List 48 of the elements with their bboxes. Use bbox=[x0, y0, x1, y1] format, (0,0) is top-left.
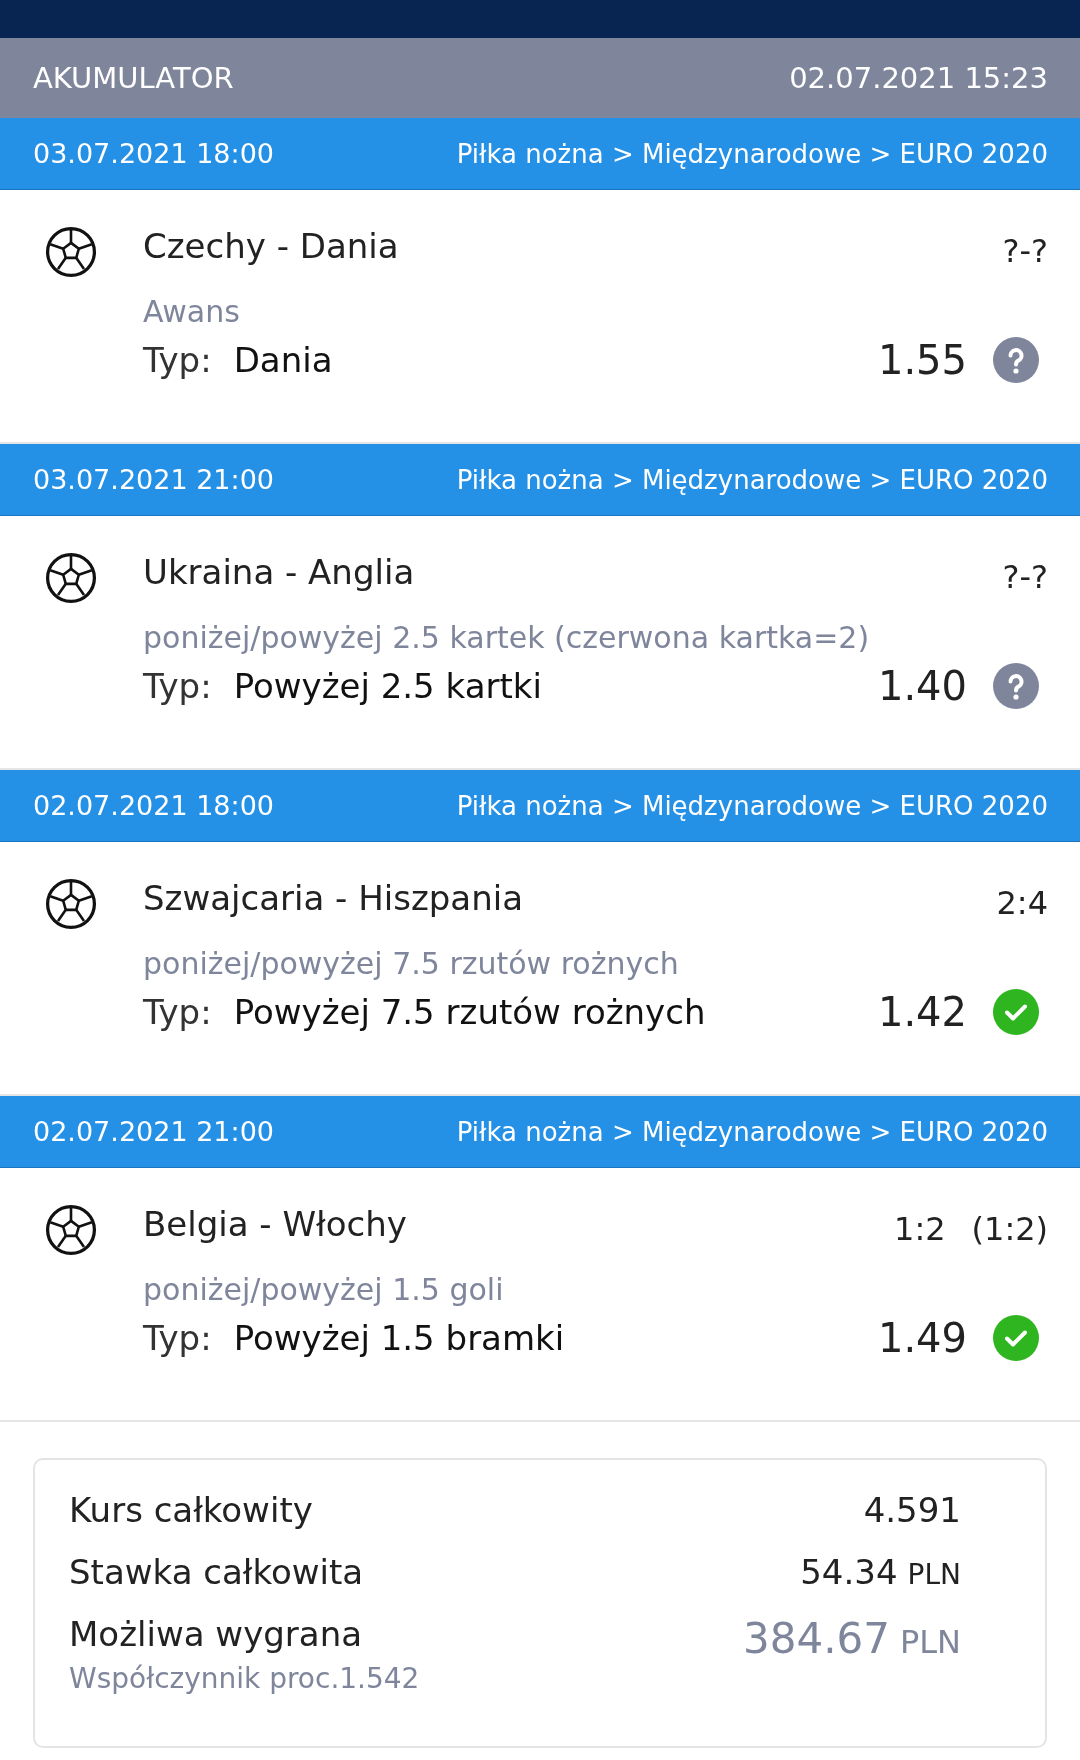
summary-label: Stawka całkowita bbox=[69, 1552, 364, 1592]
odds-value: 1.49 bbox=[877, 1315, 967, 1361]
match-name: Czechy - Dania bbox=[143, 226, 399, 266]
tip-label: Typ: bbox=[143, 992, 212, 1032]
match-score: ?-? bbox=[1002, 232, 1048, 270]
bet-datetime: 02.07.2021 15:23 bbox=[789, 61, 1048, 95]
summary-label: Kurs całkowity bbox=[69, 1490, 313, 1530]
match-score: ?-? bbox=[1002, 558, 1048, 596]
match-name: Belgia - Włochy bbox=[143, 1204, 407, 1244]
football-icon bbox=[45, 878, 97, 930]
breadcrumb: Piłka nożna > Międzynarodowe > EURO 2020 bbox=[456, 464, 1048, 495]
event-datetime: 03.07.2021 18:00 bbox=[33, 138, 274, 169]
odds-value: 1.55 bbox=[877, 337, 967, 383]
market-name: poniżej/powyżej 1.5 goli bbox=[143, 1272, 505, 1307]
tip-value: Powyżej 1.5 bramki bbox=[233, 1318, 565, 1358]
tip-label: Typ: bbox=[143, 340, 212, 380]
match-name: Ukraina - Anglia bbox=[143, 552, 415, 592]
football-icon bbox=[45, 1204, 97, 1256]
halftime-score: (1:2) bbox=[971, 1210, 1048, 1248]
football-icon bbox=[45, 226, 97, 278]
summary-note: Współczynnik proc.1.542 bbox=[69, 1662, 420, 1695]
tip-label: Typ: bbox=[143, 666, 212, 706]
football-icon bbox=[45, 552, 97, 604]
tip-value: Powyżej 2.5 kartki bbox=[233, 666, 542, 706]
event-datetime: 03.07.2021 21:00 bbox=[33, 464, 274, 495]
summary-value: 54.34 bbox=[800, 1552, 898, 1592]
tip-value: Powyżej 7.5 rzutów rożnych bbox=[233, 992, 706, 1032]
summary-label: Możliwa wygrana bbox=[69, 1614, 364, 1654]
currency-label: PLN bbox=[899, 1623, 961, 1661]
summary-value: 384.67 bbox=[742, 1614, 890, 1663]
bet-type-title: AKUMULATOR bbox=[33, 61, 234, 95]
breadcrumb: Piłka nożna > Międzynarodowe > EURO 2020 bbox=[456, 790, 1048, 821]
event-datetime: 02.07.2021 21:00 bbox=[33, 1116, 274, 1147]
market-name: poniżej/powyżej 2.5 kartek (czerwona kartka=2) bbox=[143, 620, 871, 655]
currency-label: PLN bbox=[907, 1558, 961, 1591]
match-name: Szwajcaria - Hiszpania bbox=[143, 878, 523, 918]
event-datetime: 02.07.2021 18:00 bbox=[33, 790, 274, 821]
match-score: 1:2 bbox=[894, 1210, 946, 1248]
tip-label: Typ: bbox=[143, 1318, 212, 1358]
match-score: 2:4 bbox=[996, 884, 1048, 922]
breadcrumb: Piłka nożna > Międzynarodowe > EURO 2020 bbox=[456, 138, 1048, 169]
odds-value: 1.40 bbox=[877, 663, 967, 709]
breadcrumb: Piłka nożna > Międzynarodowe > EURO 2020 bbox=[456, 1116, 1048, 1147]
market-name: Awans bbox=[143, 294, 241, 329]
odds-value: 1.42 bbox=[877, 989, 967, 1035]
tip-value: Dania bbox=[233, 340, 333, 380]
summary-value: 4.591 bbox=[863, 1490, 961, 1530]
market-name: poniżej/powyżej 7.5 rzutów rożnych bbox=[143, 946, 680, 981]
